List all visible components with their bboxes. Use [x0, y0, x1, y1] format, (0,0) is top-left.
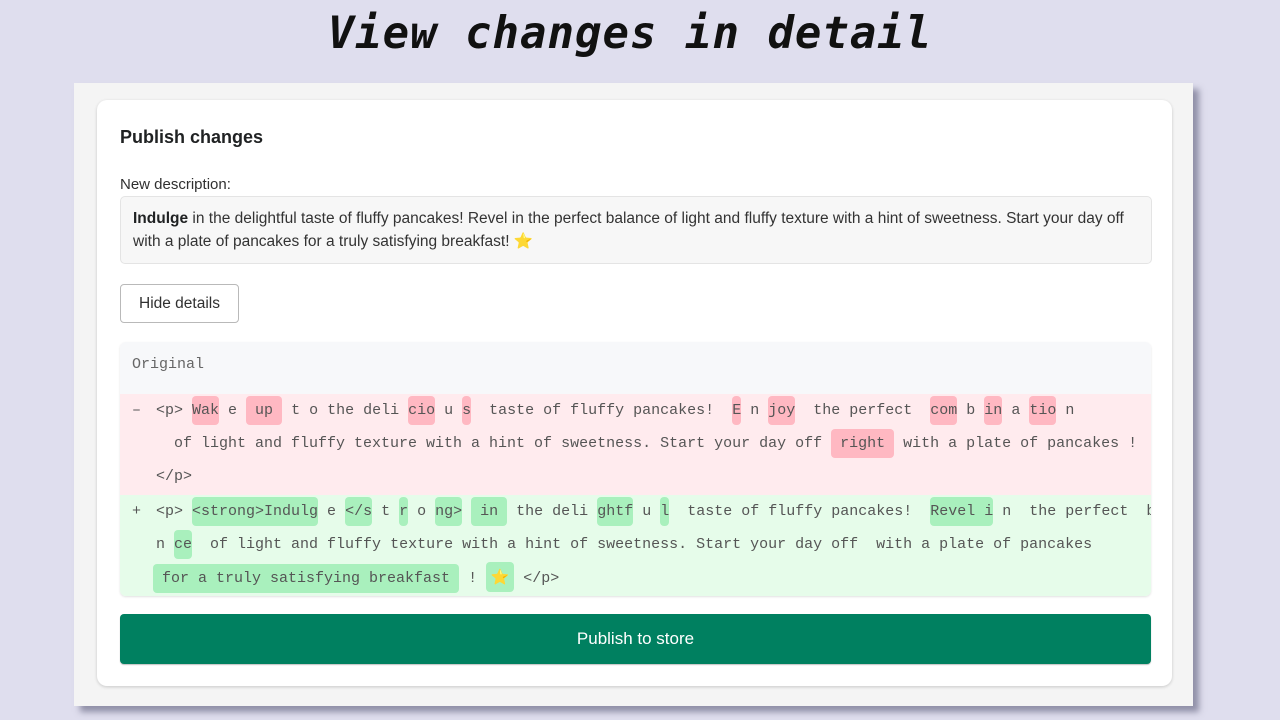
- removed-line: </p>: [156, 460, 192, 493]
- removed-highlight: tio: [1029, 396, 1057, 425]
- diff-text: of light and fluffy texture with a hint …: [165, 435, 832, 452]
- added-highlight: </s: [345, 497, 373, 526]
- diff-text: </p>: [156, 468, 193, 485]
- diff-text: n: [1056, 402, 1075, 419]
- diff-text: u: [435, 402, 463, 419]
- diff-text: <p>: [156, 402, 193, 419]
- removed-highlight: s: [462, 396, 472, 425]
- diff-text: e: [219, 402, 247, 419]
- added-line: n ce of light and fluffy texture with a …: [156, 528, 1092, 561]
- removed-sign: –: [132, 402, 142, 419]
- diff-text: t: [372, 503, 400, 520]
- removed-highlight: in: [984, 396, 1003, 425]
- removed-line: <p> Wak e up t o the deli cio u s taste …: [156, 394, 1074, 427]
- new-description-box: Indulge in the delightful taste of fluff…: [120, 196, 1152, 264]
- removed-highlight: E: [732, 396, 742, 425]
- removed-highlight: joy: [768, 396, 796, 425]
- diff-text: taste of fluffy pancakes!: [471, 402, 733, 419]
- added-highlight: ghtf: [597, 497, 634, 526]
- diff-text: o: [408, 503, 436, 520]
- diff-removed-block: – <p> Wak e up t o the deli cio u s tast…: [120, 394, 1151, 495]
- removed-highlight: com: [930, 396, 958, 425]
- diff-added-block: + <p> <strong>Indulg e </s t r o ng> in …: [120, 495, 1151, 596]
- added-highlight: Revel i: [930, 497, 994, 526]
- diff-text: with a plate of pancakes !: [894, 435, 1138, 452]
- diff-text: the perfect: [795, 402, 931, 419]
- added-highlight: ce: [174, 530, 193, 559]
- added-highlight: l: [660, 497, 670, 526]
- removed-highlight: Wak: [192, 396, 220, 425]
- description-text: in the delightful taste of fluffy pancak…: [133, 210, 1124, 250]
- new-description-label: New description:: [120, 176, 231, 193]
- added-sign: +: [132, 503, 142, 520]
- diff-text: </p>: [514, 570, 560, 587]
- diff-text: e: [318, 503, 346, 520]
- diff-text: of light and fluffy texture with a hint …: [192, 536, 1093, 553]
- added-line: for a truly satisfying breakfast ! ⭐ </p…: [153, 561, 559, 595]
- app-frame: Publish changes New description: Indulge…: [74, 83, 1193, 706]
- diff-text: !: [459, 570, 487, 587]
- diff-viewer: Original – <p> Wak e up t o the deli cio…: [120, 342, 1151, 596]
- diff-text: n: [741, 402, 769, 419]
- added-highlight: <strong>Indulg: [192, 497, 319, 526]
- star-icon: ⭐: [513, 232, 534, 250]
- hide-details-button[interactable]: Hide details: [120, 284, 239, 323]
- removed-highlight: up: [246, 396, 283, 425]
- star-icon: ⭐: [486, 562, 515, 592]
- removed-line: of light and fluffy texture with a hint …: [165, 427, 1137, 460]
- diff-text: u: [633, 503, 661, 520]
- publish-card: Publish changes New description: Indulge…: [97, 100, 1172, 686]
- diff-text: the deli: [507, 503, 598, 520]
- added-highlight: for a truly satisfying breakfast: [153, 564, 460, 593]
- diff-text: taste of fluffy pancakes!: [669, 503, 931, 520]
- diff-text: n the perfect b a: [1002, 503, 1151, 520]
- diff-text: b: [957, 402, 985, 419]
- added-line: <p> <strong>Indulg e </s t r o ng> in th…: [156, 495, 1151, 528]
- diff-text: [462, 503, 471, 520]
- diff-text: n: [156, 536, 175, 553]
- removed-highlight: cio: [408, 396, 436, 425]
- added-highlight: in: [471, 497, 508, 526]
- diff-header: Original: [120, 342, 1151, 394]
- card-title: Publish changes: [120, 127, 264, 147]
- diff-text: t o the deli: [282, 402, 409, 419]
- diff-text: a: [1002, 402, 1030, 419]
- added-highlight: ng>: [435, 497, 463, 526]
- publish-to-store-button[interactable]: Publish to store: [120, 614, 1151, 664]
- description-bold-word: Indulge: [133, 210, 189, 227]
- banner-title: View changes in detail: [327, 8, 933, 59]
- diff-text: <p>: [156, 503, 193, 520]
- removed-highlight: right: [831, 429, 895, 458]
- added-highlight: r: [399, 497, 409, 526]
